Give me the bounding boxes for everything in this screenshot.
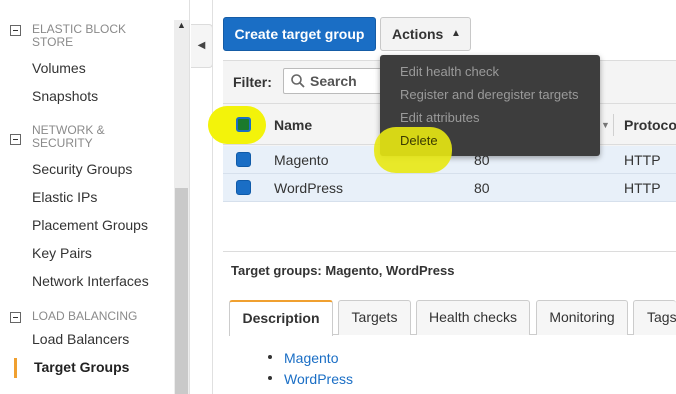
sidebar-scrollbar-thumb[interactable]	[175, 188, 188, 394]
menu-item-register-deregister-targets[interactable]: Register and deregister targets	[400, 87, 578, 102]
column-divider	[613, 114, 614, 136]
select-all-checkbox[interactable]	[236, 117, 251, 132]
divider	[223, 251, 676, 252]
sidebar: ELASTIC BLOCK STORE Volumes Snapshots NE…	[0, 0, 190, 394]
sidebar-item-snapshots[interactable]: Snapshots	[32, 88, 98, 104]
bullet-icon	[268, 376, 272, 381]
sidebar-section-elastic-block-store[interactable]: ELASTIC BLOCK STORE	[10, 23, 170, 51]
tab-description[interactable]: Description	[229, 300, 333, 336]
tab-tags[interactable]: Tags	[633, 300, 676, 335]
tab-health-checks[interactable]: Health checks	[416, 300, 530, 335]
search-icon	[290, 73, 306, 89]
column-header-protocol[interactable]: Protocol	[624, 117, 676, 133]
sidebar-item-load-balancers[interactable]: Load Balancers	[32, 331, 129, 347]
sidebar-item-elastic-ips[interactable]: Elastic IPs	[32, 189, 97, 205]
menu-item-edit-health-check[interactable]: Edit health check	[400, 64, 499, 79]
actions-dropdown-menu: Edit health check Register and deregiste…	[374, 55, 600, 173]
collapse-section-icon[interactable]	[10, 134, 21, 145]
cell-name: WordPress	[274, 180, 343, 196]
chevron-up-icon: ▲	[451, 28, 461, 39]
tab-monitoring[interactable]: Monitoring	[536, 300, 628, 335]
cell-protocol: HTTP	[624, 152, 661, 168]
sidebar-item-target-groups[interactable]: Target Groups	[34, 359, 129, 375]
menu-item-edit-attributes[interactable]: Edit attributes	[400, 110, 480, 125]
tab-targets[interactable]: Targets	[338, 300, 411, 335]
row-checkbox[interactable]	[236, 180, 251, 195]
collapse-section-icon[interactable]	[10, 312, 21, 323]
create-target-group-button[interactable]: Create target group	[223, 17, 376, 51]
sidebar-item-placement-groups[interactable]: Placement Groups	[32, 217, 148, 233]
chevron-left-icon: ◀	[197, 40, 206, 51]
cell-port: 80	[474, 180, 490, 196]
target-group-link-magento[interactable]: Magento	[284, 350, 338, 366]
row-checkbox[interactable]	[236, 152, 251, 167]
sidebar-scrollbar[interactable]	[174, 20, 189, 394]
sidebar-item-key-pairs[interactable]: Key Pairs	[32, 245, 92, 261]
cell-name: Magento	[274, 152, 329, 168]
sidebar-item-security-groups[interactable]: Security Groups	[32, 161, 132, 177]
sidebar-section-header-label: ELASTIC BLOCK STORE	[32, 22, 127, 49]
bullet-icon	[268, 355, 272, 360]
menu-item-delete[interactable]: Delete	[400, 133, 438, 148]
actions-button-label: Actions	[392, 26, 444, 42]
search-input[interactable]: Search	[283, 68, 393, 94]
list-item[interactable]: WordPress	[268, 371, 353, 387]
sort-caret-icon[interactable]: ▼	[601, 120, 610, 130]
actions-button[interactable]: Actions ▲	[380, 17, 471, 51]
target-group-link-wordpress[interactable]: WordPress	[284, 371, 353, 387]
search-placeholder: Search	[310, 73, 357, 89]
sidebar-section-load-balancing[interactable]: LOAD BALANCING	[10, 310, 170, 324]
cell-protocol: HTTP	[624, 180, 661, 196]
table-row[interactable]: WordPress 80 HTTP	[223, 174, 676, 202]
details-title: Target groups: Magento, WordPress	[231, 263, 455, 278]
collapse-sidebar-button[interactable]: ◀	[191, 24, 213, 68]
sidebar-section-header-label: LOAD BALANCING	[32, 309, 138, 323]
collapse-section-icon[interactable]	[10, 25, 21, 36]
sidebar-section-network-security[interactable]: NETWORK & SECURITY	[10, 124, 170, 152]
divider	[212, 0, 213, 394]
sidebar-section-header-label: NETWORK & SECURITY	[32, 123, 105, 150]
active-item-marker	[14, 358, 17, 378]
column-header-name[interactable]: Name	[274, 117, 312, 133]
scroll-up-arrow-icon[interactable]: ▲	[174, 18, 189, 32]
filter-label: Filter:	[233, 74, 272, 90]
sidebar-item-volumes[interactable]: Volumes	[32, 60, 86, 76]
list-item[interactable]: Magento	[268, 350, 338, 366]
sidebar-item-network-interfaces[interactable]: Network Interfaces	[32, 273, 149, 289]
